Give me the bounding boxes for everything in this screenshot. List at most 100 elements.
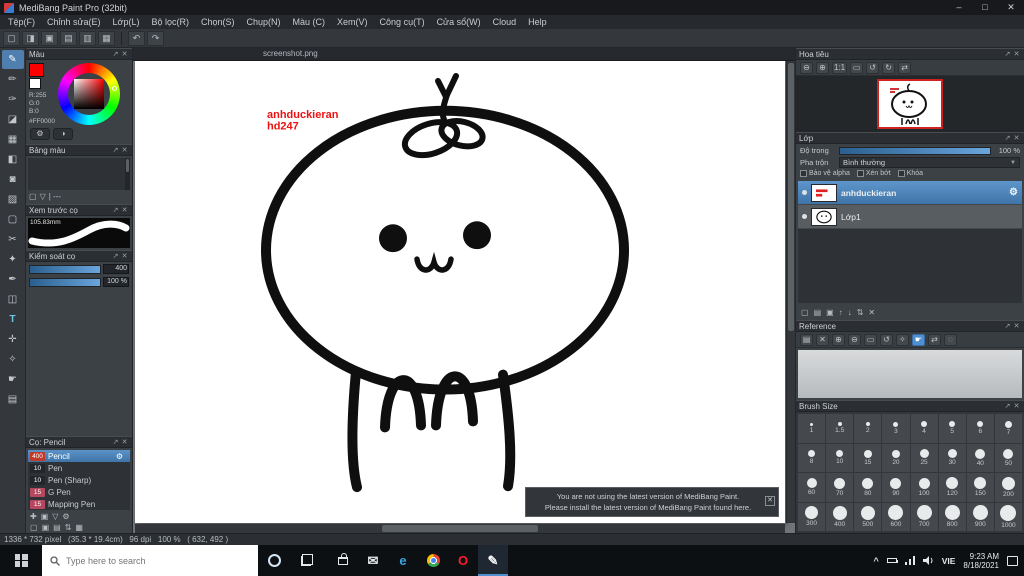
float-panel-icon[interactable]: ↗	[1003, 402, 1012, 410]
close-reference-icon[interactable]: ✕	[816, 333, 829, 346]
language-indicator[interactable]: VIE	[942, 556, 956, 566]
action-center-icon[interactable]	[1007, 555, 1018, 566]
layer-visibility-icon[interactable]	[802, 190, 807, 195]
brush-size-200[interactable]: 200	[994, 473, 1022, 502]
layer-row-anhduckieran[interactable]: anhduckieran ⚙	[798, 181, 1022, 205]
volume-icon[interactable]	[922, 556, 934, 565]
close-panel-icon[interactable]: ✕	[120, 438, 129, 446]
menu-color[interactable]: Màu (C)	[287, 17, 332, 27]
brush-size-7[interactable]: 7	[994, 414, 1022, 443]
brush-size-120[interactable]: 120	[938, 473, 966, 502]
menu-layer[interactable]: Lớp(L)	[107, 17, 146, 27]
save-file-icon[interactable]: ▣	[41, 30, 58, 46]
menu-tools[interactable]: Công cụ(T)	[374, 17, 431, 27]
rotate-left-icon[interactable]: ↺	[866, 61, 880, 74]
document-tab[interactable]: screenshot.png	[263, 49, 318, 58]
brush-size-40[interactable]: 40	[966, 443, 994, 472]
brush-size-1[interactable]: 1	[798, 414, 826, 443]
brush-size-5[interactable]: 5	[938, 414, 966, 443]
menu-select[interactable]: Chọn(S)	[195, 17, 241, 27]
brush-size-3[interactable]: 3	[882, 414, 910, 443]
menu-view[interactable]: Xem(V)	[331, 17, 374, 27]
cortana-button[interactable]	[258, 545, 290, 576]
tool-select-eraser[interactable]: ◫	[2, 290, 24, 309]
tool-lasso[interactable]: ✂	[2, 230, 24, 249]
float-panel-icon[interactable]: ↗	[111, 252, 120, 260]
menu-cloud[interactable]: Cloud	[487, 17, 523, 27]
taskbar-app-edge[interactable]: e	[388, 545, 418, 576]
brush-size-4[interactable]: 4	[910, 414, 938, 443]
new-file-icon[interactable]: ▢	[3, 30, 20, 46]
notification-close-button[interactable]: ✕	[765, 496, 775, 506]
open-reference-icon[interactable]: ▤	[800, 333, 813, 346]
palette-scrollbar[interactable]	[125, 158, 130, 190]
brush-size-slider[interactable]	[29, 264, 101, 274]
page-list-icon[interactable]: ▤	[53, 523, 61, 532]
close-panel-icon[interactable]: ✕	[1012, 50, 1021, 58]
redo-icon[interactable]: ↷	[147, 30, 164, 46]
color-wheel[interactable]	[58, 63, 121, 125]
lock-checkbox[interactable]: Khóa	[897, 170, 923, 177]
primary-color-swatch[interactable]	[29, 63, 44, 77]
minimize-button[interactable]: –	[946, 0, 972, 15]
network-icon[interactable]	[904, 556, 915, 565]
close-panel-icon[interactable]: ✕	[120, 146, 129, 154]
scrollbar-thumb[interactable]	[788, 63, 794, 331]
scrollbar-thumb[interactable]	[126, 159, 129, 172]
transfer-icon[interactable]: ⇅	[65, 523, 72, 532]
canvas-vertical-scrollbar[interactable]	[786, 61, 795, 523]
delete-color-icon[interactable]: ▽	[40, 192, 46, 201]
flip-icon[interactable]: ⇄	[928, 333, 941, 346]
tool-eraser[interactable]: ◪	[2, 110, 24, 129]
tool-brush[interactable]: ✎	[1, 50, 24, 69]
grid-icon[interactable]: ▦	[75, 523, 83, 532]
close-panel-icon[interactable]: ✕	[1012, 322, 1021, 330]
taskbar-clock[interactable]: 9:23 AM 8/18/2021	[963, 552, 999, 570]
add-color-icon[interactable]: ▢	[29, 192, 37, 201]
new-folder-icon[interactable]: ▤	[814, 308, 822, 317]
zoom-out-icon[interactable]: ⊖	[848, 333, 861, 346]
brush-item-pencil[interactable]: 400 Pencil ⚙	[28, 450, 130, 462]
secondary-color-swatch[interactable]	[29, 78, 41, 89]
brush-settings-icon[interactable]: ⚙	[62, 512, 69, 521]
brush-size-150[interactable]: 150	[966, 473, 994, 502]
tool-airbrush[interactable]: ✑	[2, 90, 24, 109]
taskbar-search[interactable]	[42, 545, 258, 576]
zoom-in-icon[interactable]: ⊕	[832, 333, 845, 346]
reference-canvas[interactable]	[798, 350, 1022, 398]
brush-item-pen-sharp[interactable]: 10 Pen (Sharp)	[28, 474, 130, 486]
brush-size-20[interactable]: 20	[882, 443, 910, 472]
brush-size-2[interactable]: 2	[854, 414, 882, 443]
brush-size-8[interactable]: 8	[798, 443, 826, 472]
fit-icon[interactable]: ▭	[864, 333, 877, 346]
menu-help[interactable]: Help	[522, 17, 553, 27]
color-picker-icon[interactable]: ◑	[53, 128, 73, 140]
hand-icon[interactable]: ☛	[912, 333, 925, 346]
brush-size-value[interactable]: 400	[103, 264, 129, 274]
hue-marker[interactable]	[112, 86, 118, 91]
brush-item-g-pen[interactable]: 15 G Pen	[28, 486, 130, 498]
layer-settings-icon[interactable]: ⚙	[1009, 187, 1018, 198]
menu-file[interactable]: Tệp(F)	[2, 17, 41, 27]
eyedropper-icon[interactable]: ✧	[896, 333, 909, 346]
canvas-horizontal-scrollbar[interactable]	[135, 524, 785, 533]
duplicate-brush-icon[interactable]: ▣	[41, 512, 49, 521]
move-layer-down-icon[interactable]: ↓	[848, 308, 852, 317]
fit-window-icon[interactable]: ▭	[850, 61, 864, 74]
export-file-icon[interactable]: ▤	[60, 30, 77, 46]
layer-visibility-icon[interactable]	[802, 214, 807, 219]
float-panel-icon[interactable]: ↗	[1003, 134, 1012, 142]
brush-size-50[interactable]: 50	[994, 443, 1022, 472]
search-input[interactable]	[66, 555, 226, 566]
brush-size-400[interactable]: 400	[826, 502, 854, 531]
scrollbar-thumb[interactable]	[382, 525, 538, 532]
brush-size-1000[interactable]: 1000	[994, 502, 1022, 531]
tool-hand[interactable]: ☛	[2, 370, 24, 389]
brush-size-60[interactable]: 60	[798, 473, 826, 502]
brush-size-600[interactable]: 600	[882, 502, 910, 531]
close-button[interactable]: ✕	[998, 0, 1024, 15]
brush-item-mapping-pen[interactable]: 15 Mapping Pen	[28, 498, 130, 510]
delete-brush-icon[interactable]: ▽	[52, 512, 58, 521]
brush-size-30[interactable]: 30	[938, 443, 966, 472]
task-view-button[interactable]	[290, 545, 322, 576]
